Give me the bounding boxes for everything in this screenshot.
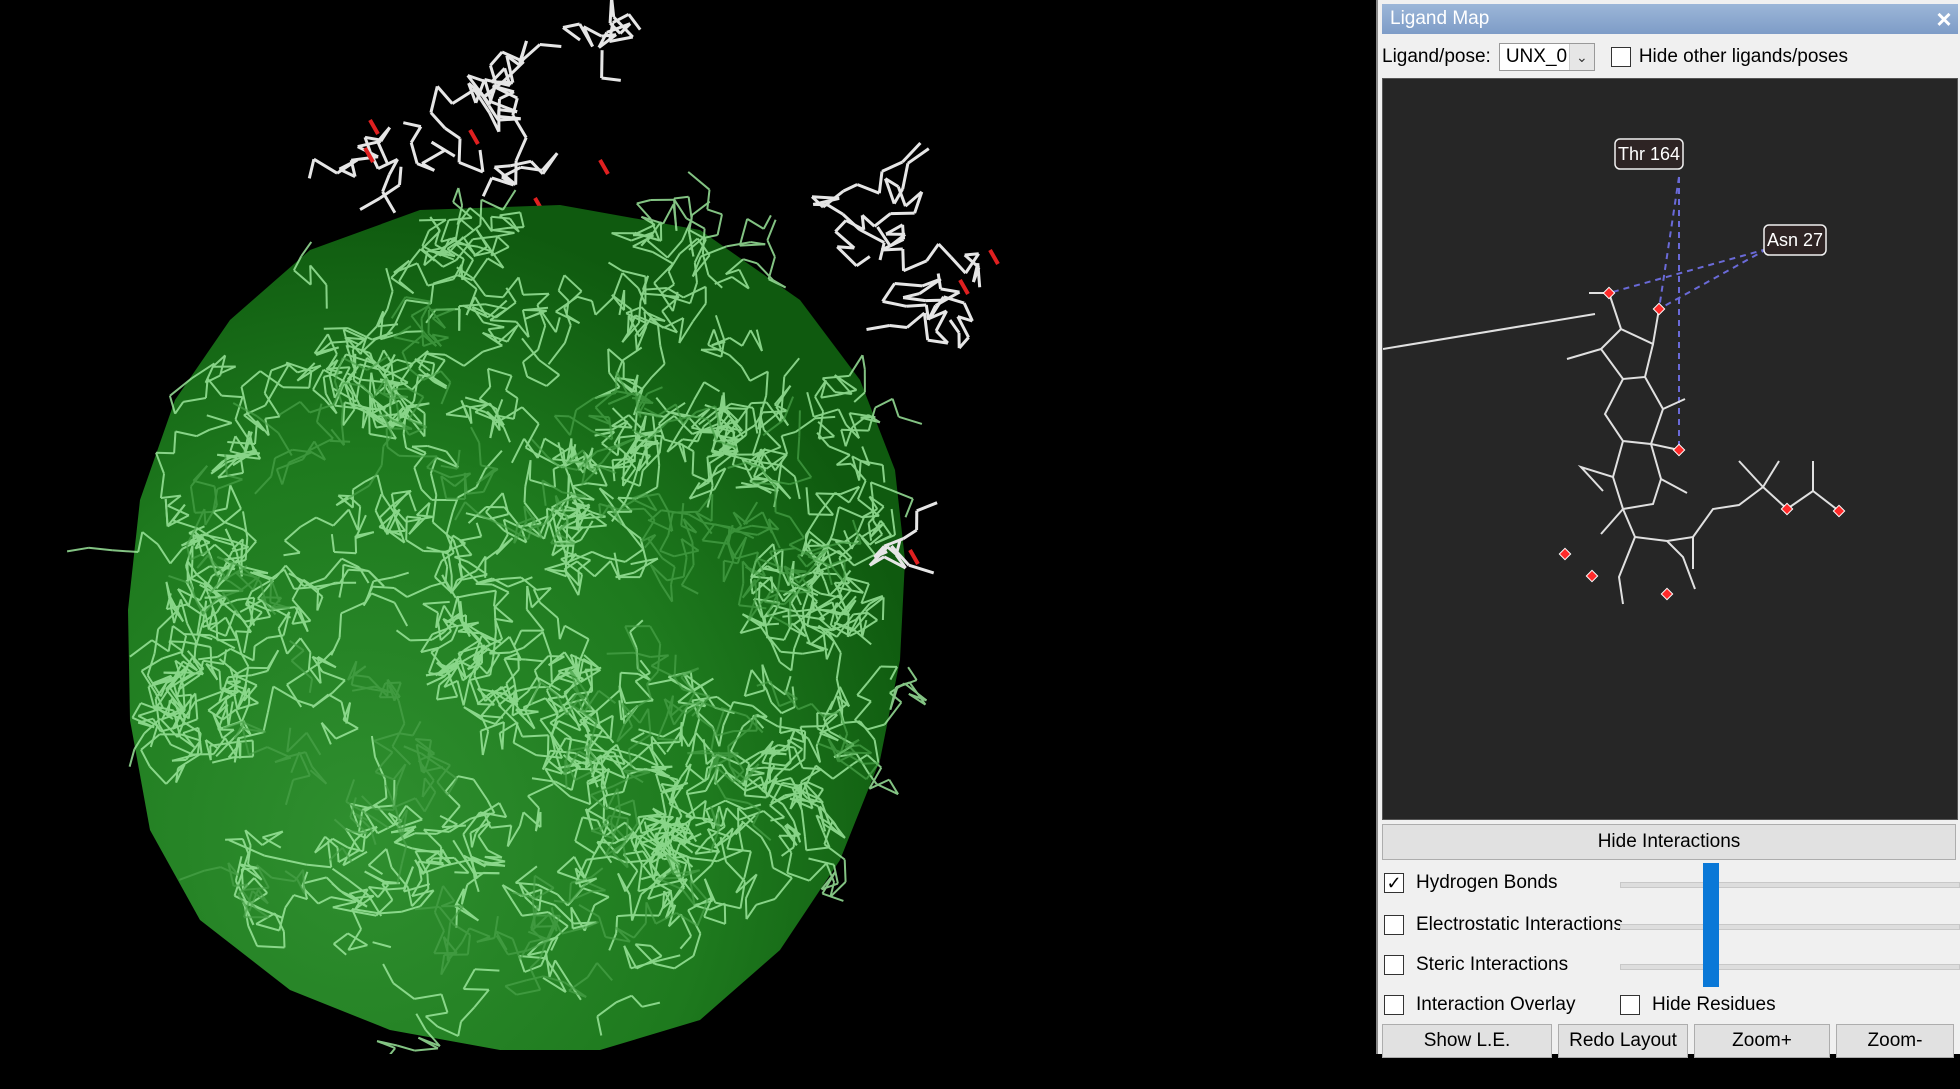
oxygen-atoms	[1559, 287, 1844, 599]
hydrogen-bonds-label: Hydrogen Bonds	[1416, 872, 1558, 894]
residue-asn27[interactable]: Asn 27	[1764, 225, 1826, 255]
hydrogen-bonds-slider[interactable]	[1620, 882, 1960, 888]
residue-label-asn27: Asn 27	[1767, 230, 1823, 250]
ligand-pose-value: UNX_0	[1506, 46, 1567, 68]
steric-slider[interactable]	[1620, 964, 1960, 970]
option-electrostatic[interactable]: Electrostatic Interactions	[1384, 910, 1623, 940]
electrostatic-slider[interactable]	[1620, 924, 1960, 930]
steric-checkbox[interactable]	[1384, 955, 1404, 975]
panel-titlebar: Ligand Map ×	[1382, 4, 1958, 34]
ligand-pose-row: Ligand/pose: UNX_0 ⌄ Hide other ligands/…	[1382, 40, 1958, 74]
zoom-in-button[interactable]: Zoom+	[1694, 1024, 1830, 1058]
residue-label-thr164: Thr 164	[1618, 144, 1680, 164]
option-hydrogen-bonds[interactable]: ✓ Hydrogen Bonds	[1384, 868, 1558, 898]
interaction-overlay-checkbox[interactable]	[1384, 995, 1404, 1015]
hide-interactions-button[interactable]: Hide Interactions	[1382, 824, 1956, 860]
option-interaction-overlay[interactable]: Interaction Overlay	[1384, 990, 1575, 1020]
slider-thumb[interactable]	[1703, 905, 1719, 947]
redo-layout-button[interactable]: Redo Layout	[1558, 1024, 1688, 1058]
binding-site-sphere	[128, 205, 905, 1050]
hide-residues-label: Hide Residues	[1652, 994, 1776, 1016]
ligand-map-panel: Ligand Map × Ligand/pose: UNX_0 ⌄ Hide o…	[1376, 0, 1960, 1054]
ligand-map-canvas[interactable]: Thr 164 Asn 27	[1382, 78, 1958, 820]
hide-residues-checkbox[interactable]	[1620, 995, 1640, 1015]
steric-label: Steric Interactions	[1416, 954, 1568, 976]
electrostatic-checkbox[interactable]	[1384, 915, 1404, 935]
molecule-scene[interactable]	[0, 0, 1372, 1054]
ligand-2d-diagram: Thr 164 Asn 27	[1383, 79, 1957, 819]
zoom-out-button[interactable]: Zoom-	[1836, 1024, 1954, 1058]
ligand-pose-label: Ligand/pose:	[1382, 46, 1491, 68]
show-le-inspector-button[interactable]: Show L.E. Inspector	[1382, 1024, 1552, 1058]
hbond-lines	[1609, 177, 1767, 450]
hide-other-ligands-checkbox[interactable]	[1611, 47, 1631, 67]
bottom-button-row: Show L.E. Inspector Redo Layout Zoom+ Zo…	[1382, 1024, 1954, 1054]
chevron-down-icon[interactable]: ⌄	[1569, 44, 1594, 70]
hydrogen-bonds-checkbox[interactable]: ✓	[1384, 873, 1404, 893]
ligand-pose-select[interactable]: UNX_0 ⌄	[1499, 43, 1595, 71]
close-icon[interactable]: ×	[1930, 5, 1958, 33]
residue-thr164[interactable]: Thr 164	[1615, 139, 1683, 169]
panel-title: Ligand Map	[1382, 8, 1930, 30]
3d-viewport[interactable]	[0, 0, 1372, 1054]
slider-thumb[interactable]	[1703, 863, 1719, 905]
slider-thumb[interactable]	[1703, 945, 1719, 987]
electrostatic-label: Electrostatic Interactions	[1416, 914, 1623, 936]
ligand-bonds	[1383, 293, 1839, 604]
interaction-overlay-label: Interaction Overlay	[1416, 994, 1575, 1016]
option-steric[interactable]: Steric Interactions	[1384, 950, 1568, 980]
option-hide-residues[interactable]: Hide Residues	[1620, 990, 1776, 1020]
hide-other-ligands-label: Hide other ligands/poses	[1639, 46, 1848, 68]
